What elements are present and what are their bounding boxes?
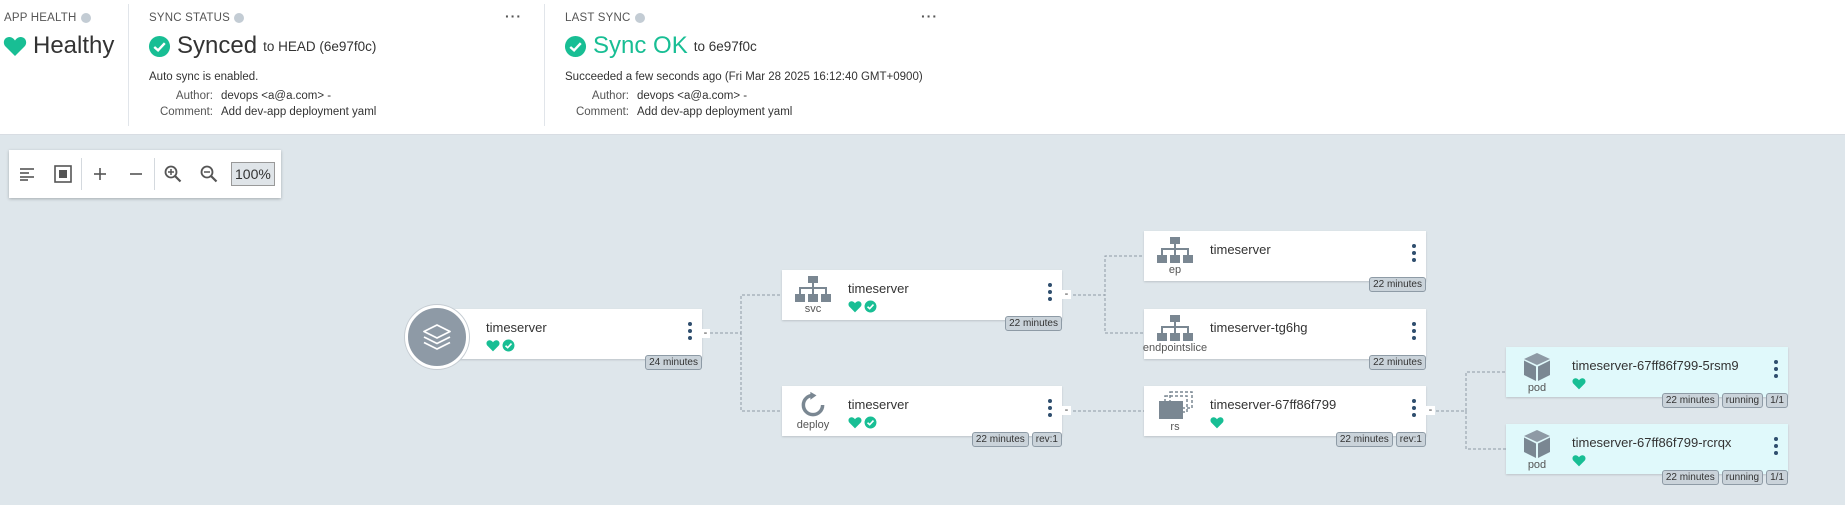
node-status — [848, 300, 877, 313]
node-tags: 22 minutes — [1369, 355, 1426, 370]
node-icon: endpointslice — [1143, 314, 1207, 356]
node-menu-button[interactable] — [1412, 322, 1416, 340]
heart-icon — [486, 340, 500, 352]
node-tags: 22 minutes — [1369, 277, 1426, 292]
network-hierarchy-icon — [795, 276, 831, 302]
fit-screen-icon — [54, 165, 72, 183]
check-circle-icon — [502, 339, 515, 352]
node-icon: svc — [788, 275, 838, 317]
node-menu-button[interactable] — [688, 322, 692, 340]
node-menu-button[interactable] — [1412, 399, 1416, 417]
resource-node-endpointslice[interactable]: endpointslice timeserver-tg6hg 22 minute… — [1143, 309, 1426, 370]
graph-toolbar: 100% — [9, 150, 281, 198]
refresh-icon — [801, 391, 825, 417]
endpoint-hierarchy-icon — [1157, 237, 1193, 263]
node-status — [486, 339, 515, 352]
resource-node-pod[interactable]: pod timeserver-67ff86f799-rcrqx 22 minut… — [1506, 424, 1788, 485]
resource-node-svc[interactable]: svc timeserver 22 minutes — [782, 270, 1062, 331]
list-view-button[interactable] — [9, 150, 45, 198]
node-status — [1210, 416, 1224, 429]
node-menu-button[interactable] — [1774, 437, 1778, 455]
node-tags: 24 minutes — [645, 355, 702, 370]
zoom-level[interactable]: 100% — [231, 162, 275, 186]
heart-icon — [1572, 455, 1586, 467]
node-menu-button[interactable] — [1774, 360, 1778, 378]
layers-icon — [423, 324, 451, 350]
collapse-node-button[interactable]: - — [701, 328, 710, 339]
node-tags: 22 minutes rev:1 — [1335, 432, 1426, 447]
node-menu-button[interactable] — [1048, 399, 1052, 417]
zoom-in-icon — [164, 165, 182, 183]
minus-icon — [130, 173, 142, 175]
collapse-button[interactable] — [118, 150, 154, 198]
zoom-out-icon — [200, 165, 218, 183]
node-status — [1572, 454, 1586, 467]
node-icon: rs — [1150, 391, 1200, 433]
resource-node-deploy[interactable]: deploy timeserver 22 minutes rev:1 — [782, 386, 1062, 447]
heart-icon — [848, 417, 862, 429]
node-icon: pod — [1512, 429, 1562, 471]
node-tags: 22 minutes running 1/1 — [1661, 393, 1788, 408]
app-node[interactable]: timeserver 24 minutes — [428, 309, 702, 370]
fit-view-button[interactable] — [45, 150, 81, 198]
heart-icon — [1572, 378, 1586, 390]
node-icon: ep — [1150, 236, 1200, 278]
plus-icon — [94, 168, 106, 180]
check-circle-icon — [864, 416, 877, 429]
node-tags: 22 minutes rev:1 — [971, 432, 1062, 447]
endpointslice-hierarchy-icon — [1157, 315, 1193, 341]
node-icon: deploy — [788, 391, 838, 433]
node-menu-button[interactable] — [1412, 244, 1416, 262]
node-tags: 22 minutes — [1005, 316, 1062, 331]
node-status — [848, 416, 877, 429]
collapse-node-button[interactable]: - — [1062, 405, 1071, 416]
align-left-icon — [20, 168, 34, 181]
heart-icon — [1210, 417, 1224, 429]
expand-button[interactable] — [82, 150, 118, 198]
app-node-icon[interactable] — [405, 305, 469, 369]
cube-icon — [1524, 353, 1550, 381]
heart-icon — [848, 301, 862, 313]
zoom-in-button[interactable] — [155, 150, 191, 198]
check-circle-icon — [864, 300, 877, 313]
cube-icon — [1524, 430, 1550, 458]
resource-node-ep[interactable]: ep timeserver 22 minutes — [1144, 231, 1426, 292]
node-icon: pod — [1512, 352, 1562, 394]
node-tags: 22 minutes running 1/1 — [1661, 470, 1788, 485]
resource-node-pod[interactable]: pod timeserver-67ff86f799-5rsm9 22 minut… — [1506, 347, 1788, 408]
zoom-out-button[interactable] — [191, 150, 227, 198]
resource-node-rs[interactable]: rs timeserver-67ff86f799 22 minutes rev:… — [1144, 386, 1426, 447]
collapse-node-button[interactable]: - — [1062, 289, 1071, 300]
collapse-node-button[interactable]: - — [1426, 405, 1435, 416]
node-status — [1572, 377, 1586, 390]
node-menu-button[interactable] — [1048, 283, 1052, 301]
replicaset-icon — [1159, 391, 1193, 419]
